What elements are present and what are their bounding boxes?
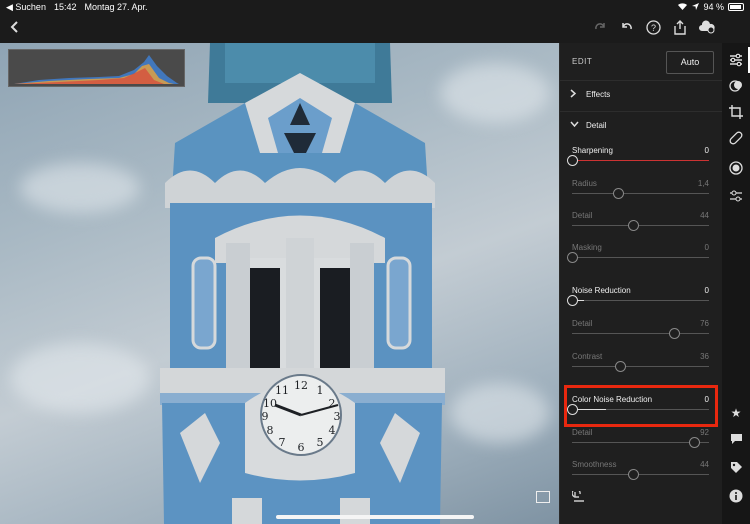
color-detail-slider[interactable]: Detail 92 — [572, 428, 709, 454]
share-icon[interactable] — [671, 20, 689, 38]
battery-percent: 94 % — [703, 2, 724, 12]
slider-label: Detail — [572, 428, 593, 437]
edit-panel: EDIT Auto Effects Detail Sharpening 0 Ra… — [559, 43, 723, 524]
tool-rail: ★ — [722, 43, 750, 524]
redo-icon[interactable] — [591, 20, 609, 38]
church-tower-image: 12 1 2 3 4 5 6 7 8 9 10 11 — [160, 43, 445, 524]
svg-text:5: 5 — [317, 436, 324, 449]
slider-value: 36 — [700, 352, 709, 361]
chevron-right-icon — [570, 89, 577, 100]
slider-knob[interactable] — [615, 361, 626, 372]
smoothness-slider[interactable]: Smoothness 44 — [572, 460, 709, 486]
slider-label: Contrast — [572, 352, 603, 361]
svg-text:4: 4 — [329, 424, 336, 437]
edit-label: EDIT — [572, 57, 593, 66]
svg-text:9: 9 — [262, 410, 269, 423]
section-effects-label: Effects — [586, 90, 611, 99]
slider-label: Detail — [572, 211, 593, 220]
svg-text:7: 7 — [279, 436, 286, 449]
noise-detail-slider[interactable]: Detail 76 — [572, 319, 709, 345]
radius-slider[interactable]: Radius 1,4 — [572, 179, 709, 205]
slider-knob[interactable] — [689, 437, 700, 448]
crop-icon[interactable] — [728, 105, 744, 121]
sharpening-slider[interactable]: Sharpening 0 — [567, 146, 709, 172]
before-after-compare-icon[interactable] — [536, 491, 550, 503]
cloud-sync-icon[interactable] — [698, 20, 716, 38]
slider-label: Sharpening — [572, 146, 613, 155]
slider-value: 0 — [704, 286, 709, 295]
slider-label: Smoothness — [572, 460, 617, 469]
slider-label: Radius — [572, 179, 597, 188]
chevron-left-icon[interactable] — [6, 20, 24, 38]
auto-button[interactable]: Auto — [666, 51, 714, 74]
section-detail[interactable]: Detail — [560, 111, 723, 141]
svg-text:1: 1 — [317, 384, 324, 397]
home-indicator[interactable] — [276, 515, 474, 519]
slider-knob[interactable] — [613, 188, 624, 199]
svg-text:10: 10 — [263, 397, 277, 410]
status-date: Montag 27. Apr. — [84, 2, 148, 12]
histogram[interactable] — [8, 49, 185, 87]
battery-icon — [728, 3, 744, 11]
presets-icon[interactable] — [728, 79, 744, 95]
slider-knob[interactable] — [669, 328, 680, 339]
tag-icon[interactable] — [728, 461, 744, 477]
detail-slider[interactable]: Detail 44 — [572, 211, 709, 237]
highlight-annotation-box — [564, 385, 718, 427]
reset-icon[interactable] — [571, 488, 585, 505]
help-icon[interactable]: ? — [644, 20, 662, 38]
info-icon[interactable] — [728, 489, 744, 505]
section-effects[interactable]: Effects — [560, 80, 723, 110]
slider-value: 1,4 — [697, 179, 709, 188]
location-icon — [692, 2, 700, 12]
svg-text:3: 3 — [334, 410, 341, 423]
svg-text:6: 6 — [298, 441, 305, 454]
slider-knob[interactable] — [567, 155, 578, 166]
healing-icon[interactable] — [728, 131, 744, 147]
status-time: 15:42 — [53, 2, 77, 12]
selective-icon[interactable] — [728, 161, 744, 177]
slider-value: 44 — [700, 211, 709, 220]
slider-knob[interactable] — [628, 469, 639, 480]
versions-icon[interactable] — [728, 189, 744, 205]
slider-label: Noise Reduction — [572, 286, 631, 295]
comment-icon[interactable] — [728, 433, 744, 449]
slider-label: Masking — [572, 243, 602, 252]
contrast-slider[interactable]: Contrast 36 — [572, 352, 709, 378]
top-toolbar: ? — [0, 14, 750, 43]
slider-value: 76 — [700, 319, 709, 328]
slider-value: 0 — [704, 243, 709, 252]
svg-text:12: 12 — [294, 379, 308, 392]
back-to-app-link[interactable]: ◀ Suchen — [6, 2, 46, 13]
svg-text:?: ? — [650, 23, 655, 33]
slider-knob[interactable] — [567, 295, 578, 306]
undo-icon[interactable] — [618, 20, 636, 38]
slider-value: 44 — [700, 460, 709, 469]
slider-knob[interactable] — [567, 252, 578, 263]
slider-value: 0 — [704, 146, 709, 155]
chevron-down-icon — [570, 120, 579, 130]
slider-value: 92 — [700, 428, 709, 437]
wifi-icon — [677, 2, 688, 12]
sliders-icon[interactable] — [728, 53, 744, 69]
svg-text:8: 8 — [267, 424, 274, 437]
slider-knob[interactable] — [628, 220, 639, 231]
photo-canvas[interactable]: 12 1 2 3 4 5 6 7 8 9 10 11 — [0, 43, 559, 524]
section-detail-label: Detail — [586, 121, 607, 130]
svg-text:11: 11 — [275, 384, 289, 397]
noise-reduction-slider[interactable]: Noise Reduction 0 — [567, 286, 709, 312]
slider-label: Detail — [572, 319, 593, 328]
masking-slider[interactable]: Masking 0 — [567, 243, 709, 269]
rating-star-icon[interactable]: ★ — [728, 405, 744, 421]
status-bar: ◀ Suchen 15:42 Montag 27. Apr. 94 % — [0, 0, 750, 14]
